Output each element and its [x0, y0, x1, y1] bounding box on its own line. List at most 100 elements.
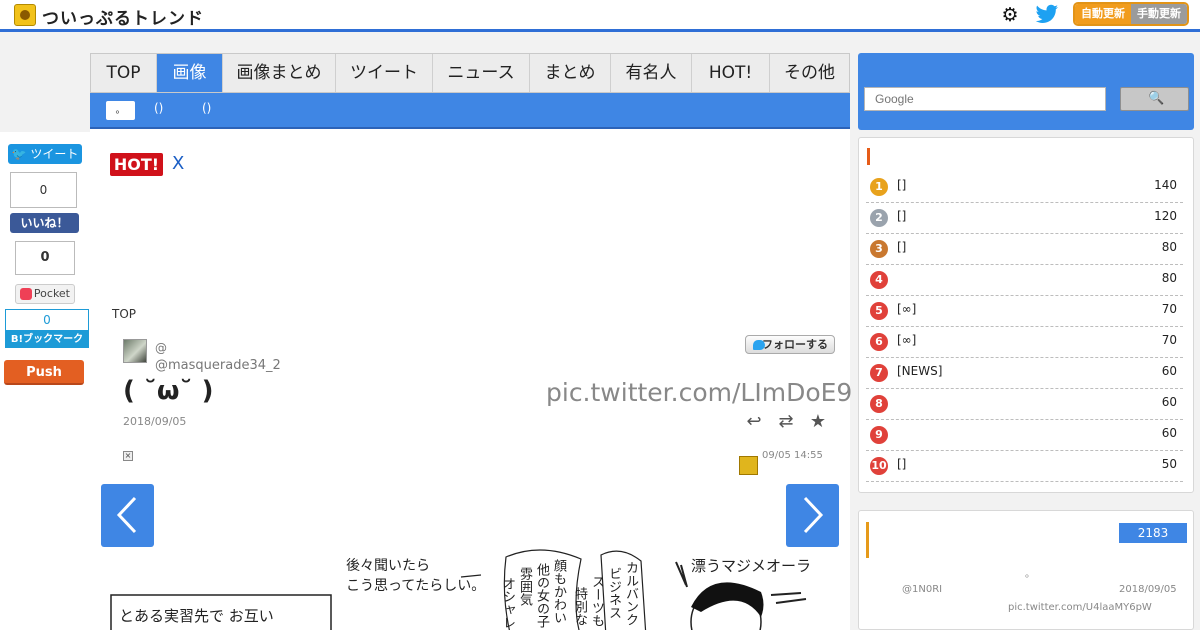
avatar[interactable]: [123, 339, 147, 363]
ranking-row[interactable]: 2 [] 120: [866, 203, 1183, 234]
ranking-row[interactable]: 6 [∞] 70: [866, 327, 1183, 358]
rank-count: 140: [1154, 178, 1177, 192]
ranking-row[interactable]: 10 [] 50: [866, 451, 1183, 482]
update-mode-toggle[interactable]: 自動更新 手動更新: [1073, 2, 1189, 26]
rank-title[interactable]: []: [897, 178, 906, 192]
rank-count: 70: [1161, 302, 1177, 316]
rank-count: 60: [1161, 364, 1177, 378]
tab-top[interactable]: TOP: [91, 54, 157, 92]
comic-text: 後々聞いたら: [346, 558, 430, 574]
rank-title[interactable]: []: [897, 457, 906, 471]
comic-text: 雰囲気: [517, 567, 532, 606]
prev-image-button[interactable]: [101, 484, 154, 547]
trend-text: 。: [1025, 569, 1035, 580]
reply-icon[interactable]: ↩: [744, 412, 764, 432]
ranking-row[interactable]: 9 60: [866, 420, 1183, 451]
comic-text: カルバンク: [623, 561, 638, 626]
sub-nav-item[interactable]: (): [202, 101, 211, 115]
rank-medal-icon: 9: [870, 426, 888, 444]
rank-title[interactable]: [∞]: [897, 302, 916, 316]
ranking-row[interactable]: 4 80: [866, 265, 1183, 296]
gear-icon[interactable]: ⚙: [1000, 5, 1020, 25]
tab-news[interactable]: ニュース: [433, 54, 530, 92]
auto-update-button[interactable]: 自動更新: [1075, 4, 1131, 24]
search-input[interactable]: [864, 87, 1106, 111]
rank-medal-icon: 6: [870, 333, 888, 351]
search-button[interactable]: 🔍: [1120, 87, 1189, 111]
trend-user[interactable]: @1N0RI: [902, 584, 942, 595]
manual-update-button[interactable]: 手動更新: [1131, 4, 1187, 24]
fb-like-button[interactable]: いいね！: [10, 213, 79, 233]
tweet-button[interactable]: 🐦 ツイート: [8, 144, 82, 164]
tab-matome[interactable]: まとめ: [530, 54, 611, 92]
ranking-row[interactable]: 5 [∞] 70: [866, 296, 1183, 327]
main-nav: TOP 画像 画像まとめ ツイート ニュース まとめ 有名人 HOT! その他: [90, 53, 850, 93]
tab-celebrity[interactable]: 有名人: [611, 54, 692, 92]
trend-date: 2018/09/05: [1119, 584, 1177, 595]
rank-count: 60: [1161, 395, 1177, 409]
twitter-icon[interactable]: [1035, 4, 1059, 26]
breadcrumb[interactable]: TOP: [112, 307, 136, 321]
tweet-date[interactable]: 2018/09/05: [123, 415, 186, 428]
comic-text: 特別な: [572, 587, 587, 626]
next-image-button[interactable]: [786, 484, 839, 547]
sub-nav-selected[interactable]: 。: [106, 101, 135, 120]
source-icon: [739, 456, 758, 475]
ranking-row[interactable]: 1 [] 140: [866, 172, 1183, 203]
comic-text: 漂うマジメオーラ: [691, 557, 812, 575]
rank-medal-icon: 2: [870, 209, 888, 227]
retweet-icon[interactable]: ⇄: [776, 412, 796, 432]
chevron-left-icon: [116, 496, 137, 534]
sub-nav-item[interactable]: (): [154, 101, 163, 115]
ranking-row[interactable]: 3 [] 80: [866, 234, 1183, 265]
tab-image-matome[interactable]: 画像まとめ: [223, 54, 336, 92]
rank-medal-icon: 5: [870, 302, 888, 320]
tab-hot[interactable]: HOT!: [692, 54, 770, 92]
rank-count: 50: [1161, 457, 1177, 471]
pocket-button[interactable]: Pocket: [15, 284, 75, 304]
hatena-bookmark-button[interactable]: B!ブックマーク: [5, 331, 89, 348]
tab-tweet[interactable]: ツイート: [336, 54, 433, 92]
broken-image-icon: ×: [123, 451, 133, 461]
rank-title[interactable]: [NEWS]: [897, 364, 942, 378]
favorite-icon[interactable]: ★: [808, 412, 828, 432]
comic-text: 他の女の子: [534, 563, 549, 628]
rank-medal-icon: 8: [870, 395, 888, 413]
rank-medal-icon: 1: [870, 178, 888, 196]
rank-count: 80: [1161, 240, 1177, 254]
site-logo-icon[interactable]: [14, 4, 36, 26]
user-name[interactable]: @: [155, 341, 167, 355]
rank-title[interactable]: [∞]: [897, 333, 916, 347]
hot-title-link[interactable]: X: [172, 153, 184, 174]
comic-text: 顔もかわい: [551, 559, 566, 624]
site-title[interactable]: ついっぷるトレンド: [42, 4, 204, 29]
tweet-pic-link[interactable]: pic.twitter.com/LImDoE9: [546, 378, 852, 407]
comic-text: こう思ってたらしい。: [346, 578, 486, 594]
user-handle[interactable]: @masquerade34_2: [155, 358, 281, 373]
trend-count-badge[interactable]: 2183: [1119, 523, 1187, 543]
trend-pic-link[interactable]: pic.twitter.com/U4laaMY6pW: [1008, 602, 1152, 613]
rank-title[interactable]: []: [897, 209, 906, 223]
chevron-right-icon: [803, 496, 824, 534]
tab-images[interactable]: 画像: [157, 54, 223, 92]
rank-medal-icon: 7: [870, 364, 888, 382]
search-icon: 🔍: [1148, 91, 1165, 106]
tab-other[interactable]: その他: [770, 54, 849, 92]
comic-text: オシャレ: [500, 577, 515, 629]
comic-text: スーツも: [589, 575, 604, 627]
comic-image[interactable]: 後々聞いたら こう思ってたらしい。 とある実習先で お互い 漂うマジメオーラ カ…: [101, 547, 840, 630]
comic-text: とある実習先で お互い: [119, 607, 274, 625]
hatena-count: 0: [5, 309, 89, 331]
post-time: 09/05 14:55: [762, 450, 823, 461]
trend-title-marker: [866, 522, 869, 558]
ranking-row[interactable]: 8 60: [866, 389, 1183, 420]
rank-title[interactable]: []: [897, 240, 906, 254]
rank-count: 70: [1161, 333, 1177, 347]
ranking-row[interactable]: 7 [NEWS] 60: [866, 358, 1183, 389]
sub-nav: 。 () (): [90, 93, 850, 129]
hot-badge: HOT!: [110, 153, 163, 176]
tweet-text: ( ˘ω˘ ): [123, 376, 214, 406]
push-button[interactable]: Push: [4, 360, 84, 385]
follow-button[interactable]: フォローする: [745, 335, 835, 354]
pocket-count: 0: [15, 241, 75, 275]
